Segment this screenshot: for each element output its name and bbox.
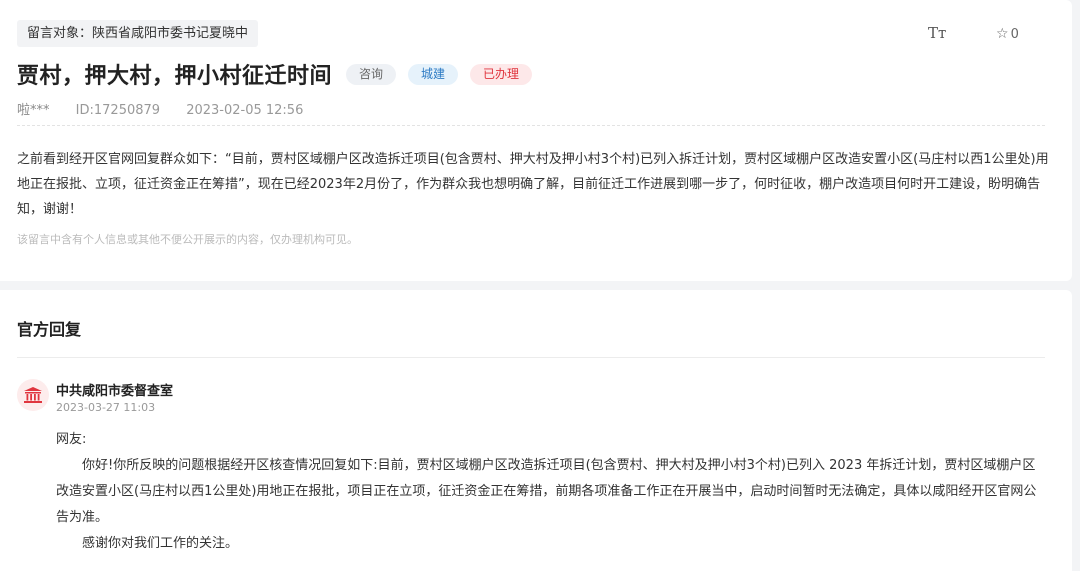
favorite-button[interactable]: ☆ 0 xyxy=(996,26,1019,42)
message-meta: 啦*** ID:17250879 2023-02-05 12:56 xyxy=(17,99,325,118)
message-target: 留言对象：陕西省咸阳市委书记夏晓中 xyxy=(17,20,259,47)
reply-org-name: 中共咸阳市委督查室 xyxy=(56,384,174,399)
reply-closing: 感谢你对我们工作的关注。 xyxy=(82,536,239,551)
divider xyxy=(17,357,1045,358)
government-building-icon xyxy=(17,379,49,411)
message-id: ID:17250879 xyxy=(75,103,161,118)
message-title: 贾村，押大村，押小村征迁时间 xyxy=(17,64,333,89)
tag-category: 咨询 xyxy=(346,63,397,85)
tag-status: 已办理 xyxy=(470,63,533,85)
tag-field: 城建 xyxy=(408,63,459,85)
privacy-note: 该留言中含有个人信息或其他不便公开展示的内容，仅办理机构可见。 xyxy=(17,233,358,246)
message-content: 之前看到经开区官网回复群众如下：“目前，贾村区域棚户区改造拆迁项目(包含贾村、押… xyxy=(17,152,1049,217)
reply-text: 你好!你所反映的问题根据经开区核查情况回复如下:目前，贾村区域棚户区改造拆迁项目… xyxy=(56,458,1037,525)
star-icon: ☆ xyxy=(996,26,1009,42)
message-author: 啦*** xyxy=(17,103,50,118)
reply-body: 网友: 你好!你所反映的问题根据经开区核查情况回复如下:目前，贾村区域棚户区改造… xyxy=(56,427,1048,557)
reply-date: 2023-03-27 11:03 xyxy=(56,401,156,414)
reply-greeting: 网友: xyxy=(56,432,87,447)
title-row: 贾村，押大村，押小村征迁时间 咨询 城建 已办理 xyxy=(17,58,533,90)
font-size-icon[interactable]: Tт xyxy=(928,24,946,42)
reply-card: 官方回复 中共咸阳市委督查室 2023-03-27 11:03 网友: 你好!你… xyxy=(0,290,1072,571)
favorite-count: 0 xyxy=(1010,27,1019,42)
message-card: 留言对象：陕西省咸阳市委书记夏晓中 Tт ☆ 0 贾村，押大村，押小村征迁时间 咨… xyxy=(0,0,1072,281)
message-datetime: 2023-02-05 12:56 xyxy=(186,103,304,118)
divider xyxy=(17,125,1045,126)
reply-heading: 官方回复 xyxy=(17,320,82,339)
